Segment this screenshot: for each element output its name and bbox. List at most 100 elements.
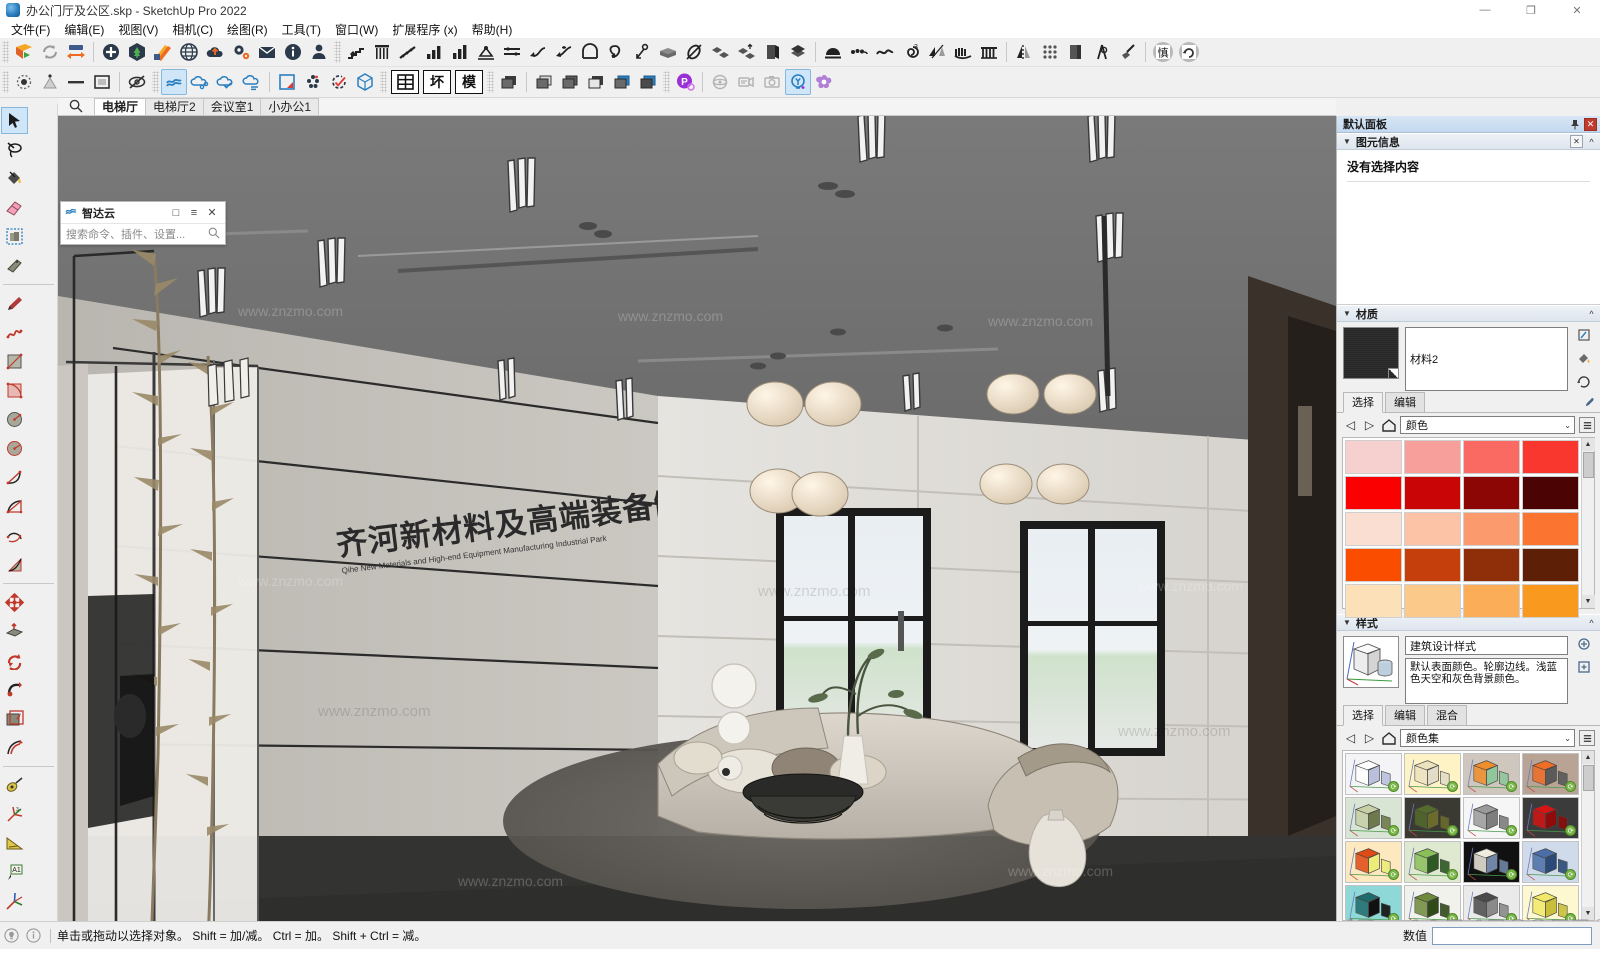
entity-info-collapse-button[interactable]: ^ bbox=[1586, 135, 1597, 148]
curve-arrow2-icon[interactable] bbox=[551, 39, 577, 65]
sample-eyedropper-icon[interactable] bbox=[1577, 328, 1591, 345]
stack-plates-icon[interactable] bbox=[785, 39, 811, 65]
tape-measure-icon[interactable] bbox=[1, 772, 28, 799]
style-scroll-down-icon[interactable]: ▼ bbox=[1581, 907, 1594, 920]
layers-a-icon[interactable] bbox=[531, 69, 557, 95]
branch-icon[interactable] bbox=[629, 39, 655, 65]
color-swatch-8[interactable] bbox=[1345, 512, 1402, 546]
arc-pie-icon[interactable] bbox=[1, 493, 28, 520]
menu-view[interactable]: 视图(V) bbox=[111, 20, 165, 39]
tab-styles-edit[interactable]: 编辑 bbox=[1385, 705, 1425, 725]
node-edit-icon[interactable] bbox=[473, 39, 499, 65]
info-circle-icon-status[interactable] bbox=[22, 925, 44, 947]
gears-icon[interactable] bbox=[228, 39, 254, 65]
style-set-12[interactable]: ⟳ bbox=[1345, 885, 1402, 920]
paint-bucket-icon[interactable] bbox=[1, 165, 28, 192]
menu-tools[interactable]: 工具(T) bbox=[275, 20, 328, 39]
followme-icon[interactable] bbox=[1, 676, 28, 703]
info-circle-icon[interactable] bbox=[280, 39, 306, 65]
rotate-icon[interactable] bbox=[1, 647, 28, 674]
color-swatch-2[interactable] bbox=[1463, 440, 1520, 474]
tab-materials-edit[interactable]: 编辑 bbox=[1385, 392, 1425, 412]
entity-info-close-button[interactable]: ✕ bbox=[1570, 135, 1583, 148]
style-set-9[interactable]: ⟳ bbox=[1404, 841, 1461, 883]
material-scrollbar[interactable]: ▲ ▼ bbox=[1581, 438, 1595, 608]
style-set-3[interactable]: ⟳ bbox=[1522, 753, 1579, 795]
style-create-icon[interactable] bbox=[1577, 660, 1591, 677]
toolbar-grip[interactable] bbox=[2, 41, 9, 63]
materials-forward-button[interactable]: ▷ bbox=[1362, 418, 1377, 433]
copy-panel-icon[interactable] bbox=[1063, 39, 1089, 65]
material-thumbnail[interactable] bbox=[1343, 327, 1399, 379]
style-set-11[interactable]: ⟳ bbox=[1522, 841, 1579, 883]
scroll-up-arrow-icon[interactable]: ▲ bbox=[1581, 438, 1595, 451]
layers-c-icon[interactable] bbox=[583, 69, 609, 95]
style-set-2[interactable]: ⟳ bbox=[1463, 753, 1520, 795]
scene-tab-4[interactable]: 小办公1 bbox=[260, 98, 320, 115]
freehand-icon[interactable] bbox=[1, 319, 28, 346]
transfer-arrows-icon[interactable] bbox=[63, 39, 89, 65]
cjk-button-mo[interactable]: 模 bbox=[455, 70, 483, 94]
tab-styles-select[interactable]: 选择 bbox=[1343, 705, 1383, 726]
color-swatch-0[interactable] bbox=[1345, 440, 1402, 474]
menu-draw[interactable]: 绘图(R) bbox=[220, 20, 275, 39]
orbit-round-icon[interactable] bbox=[707, 69, 733, 95]
close-button[interactable]: ✕ bbox=[1554, 0, 1600, 20]
offset-line-icon[interactable] bbox=[499, 39, 525, 65]
style-set-13[interactable]: ⟳ bbox=[1404, 885, 1461, 920]
maximize-button[interactable]: ❐ bbox=[1508, 0, 1554, 20]
color-swatch-6[interactable] bbox=[1463, 476, 1520, 510]
cloud-node-icon[interactable] bbox=[187, 69, 213, 95]
color-swatch-14[interactable] bbox=[1463, 548, 1520, 582]
envelope-icon[interactable] bbox=[254, 39, 280, 65]
color-swatch-18[interactable] bbox=[1463, 584, 1520, 618]
style-set-15[interactable]: ⟳ bbox=[1522, 885, 1579, 920]
color-swatch-3[interactable] bbox=[1522, 440, 1579, 474]
camera-switch-icon[interactable] bbox=[733, 69, 759, 95]
lasso-select-icon[interactable] bbox=[1, 136, 28, 163]
color-swatch-13[interactable] bbox=[1404, 548, 1461, 582]
layers-copy-icon[interactable] bbox=[496, 69, 522, 95]
color-swatch-10[interactable] bbox=[1463, 512, 1520, 546]
table-grid-icon[interactable] bbox=[391, 70, 419, 94]
bulb-icon[interactable] bbox=[785, 69, 811, 95]
p-circle-icon[interactable]: P bbox=[672, 69, 698, 95]
style-set-14[interactable]: ⟳ bbox=[1463, 885, 1520, 920]
spot-light-icon[interactable] bbox=[37, 69, 63, 95]
person-icon[interactable] bbox=[306, 39, 332, 65]
axes-icon[interactable] bbox=[1, 888, 28, 915]
plugin-menu-icon[interactable]: ≡ bbox=[187, 206, 201, 220]
tag-tool-icon[interactable] bbox=[1, 252, 28, 279]
sync-icon[interactable] bbox=[37, 39, 63, 65]
color-swatch-15[interactable] bbox=[1522, 548, 1579, 582]
lightbulb-icon[interactable] bbox=[0, 925, 22, 947]
styles-forward-button[interactable]: ▷ bbox=[1362, 731, 1377, 746]
extrude-box-icon[interactable] bbox=[655, 39, 681, 65]
select-arrow-icon[interactable] bbox=[1, 107, 28, 134]
entity-info-header[interactable]: ▼ 图元信息 ✕ ^ bbox=[1337, 133, 1600, 150]
toolbar-grip-r2-g[interactable] bbox=[663, 71, 670, 93]
offset-icon[interactable] bbox=[1, 734, 28, 761]
compass-draw-icon[interactable] bbox=[1089, 39, 1115, 65]
bar-chart-icon[interactable] bbox=[421, 39, 447, 65]
menu-file[interactable]: 文件(F) bbox=[4, 20, 57, 39]
corner-scale-icon[interactable] bbox=[274, 69, 300, 95]
component-icon[interactable] bbox=[1, 223, 28, 250]
plugin-maximize-icon[interactable]: □ bbox=[169, 206, 183, 220]
curve-arrow-icon[interactable] bbox=[525, 39, 551, 65]
dots-curve-icon[interactable] bbox=[846, 39, 872, 65]
gear-dots-icon[interactable] bbox=[300, 69, 326, 95]
globe-grid-icon[interactable] bbox=[176, 39, 202, 65]
style-thumbnail[interactable] bbox=[1343, 636, 1399, 688]
facets2-icon[interactable] bbox=[733, 39, 759, 65]
details-icon[interactable] bbox=[1579, 417, 1595, 433]
menu-help[interactable]: 帮助(H) bbox=[465, 20, 520, 39]
materials-back-button[interactable]: ◁ bbox=[1343, 418, 1358, 433]
cloud-list-icon[interactable] bbox=[239, 69, 265, 95]
fins-icon[interactable] bbox=[950, 39, 976, 65]
style-set-1[interactable]: ⟳ bbox=[1404, 753, 1461, 795]
scene-tab-1[interactable]: 电梯厅 bbox=[94, 98, 147, 115]
mirror-icon[interactable] bbox=[1011, 39, 1037, 65]
styles-back-button[interactable]: ◁ bbox=[1343, 731, 1358, 746]
point-light-icon[interactable] bbox=[11, 69, 37, 95]
